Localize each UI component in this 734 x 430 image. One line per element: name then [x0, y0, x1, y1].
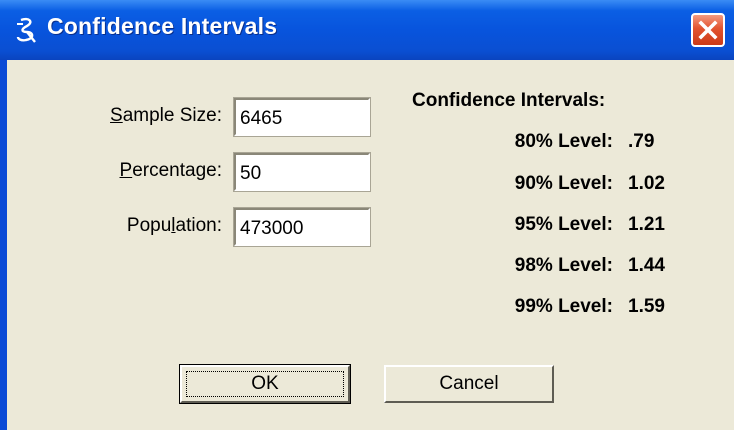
level-99-label: 99% Level: — [514, 296, 613, 317]
sample-size-label: Sample Size: — [110, 105, 222, 126]
dialog-body: Sample Size: 6465 Percentage: 50 Populat… — [7, 60, 734, 430]
level-80-label: 80% Level: — [514, 131, 613, 152]
sample-size-value: 6465 — [240, 108, 283, 129]
population-input[interactable]: 473000 — [233, 207, 371, 247]
close-button[interactable] — [691, 13, 725, 47]
percentage-label: Percentage: — [119, 160, 222, 181]
level-90-value: 1.02 — [628, 173, 665, 194]
results-heading: Confidence Intervals: — [412, 90, 606, 111]
level-80-value: .79 — [628, 131, 655, 152]
sample-size-input[interactable]: 6465 — [233, 97, 371, 137]
level-95-label: 95% Level: — [514, 214, 613, 235]
ok-button[interactable]: OK — [179, 364, 351, 404]
dialog-window: Confidence Intervals Sample Size: 6465 P… — [0, 0, 734, 430]
level-98-value: 1.44 — [628, 255, 665, 276]
close-icon — [698, 20, 718, 40]
app-icon — [16, 17, 36, 43]
cancel-button-label: Cancel — [439, 373, 499, 394]
level-90-label: 90% Level: — [514, 173, 613, 194]
level-99-value: 1.59 — [628, 296, 665, 317]
ok-button-label: OK — [251, 373, 279, 394]
window-title: Confidence Intervals — [47, 13, 278, 39]
title-bar[interactable]: Confidence Intervals — [0, 0, 734, 60]
population-value: 473000 — [240, 218, 304, 239]
cancel-button[interactable]: Cancel — [384, 365, 554, 403]
percentage-input[interactable]: 50 — [233, 152, 371, 192]
percentage-value: 50 — [240, 163, 262, 184]
population-label: Population: — [126, 215, 222, 236]
level-95-value: 1.21 — [628, 214, 665, 235]
focus-rectangle: OK — [186, 371, 344, 397]
level-98-label: 98% Level: — [514, 255, 613, 276]
